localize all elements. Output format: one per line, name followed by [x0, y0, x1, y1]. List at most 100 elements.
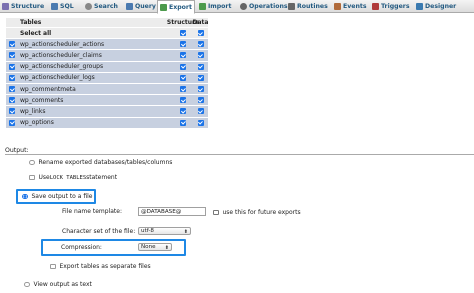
lock-tables-suffix: statement: [86, 174, 118, 181]
table-select-checkbox[interactable]: [9, 63, 15, 70]
table-select-checkbox[interactable]: [9, 52, 15, 59]
tab-operations[interactable]: Operations: [238, 0, 290, 13]
data-checkbox[interactable]: [197, 41, 204, 48]
select-all-label: Select all: [20, 29, 52, 37]
charset-select[interactable]: utf-8 ⬍: [138, 227, 191, 235]
table-name: wp_comments: [20, 96, 64, 104]
structure-header: Structure: [166, 19, 200, 26]
table-name: wp_links: [20, 107, 46, 115]
operations-icon: [240, 3, 247, 10]
save-output-radio[interactable]: [22, 193, 28, 200]
table-select-checkbox[interactable]: [9, 86, 15, 93]
chevron-down-icon: ⬍: [183, 228, 188, 235]
data-checkbox[interactable]: [197, 63, 204, 70]
file-name-input[interactable]: @DATABASE@: [138, 207, 206, 216]
query-icon: [126, 3, 133, 10]
chevron-down-icon: ⬍: [164, 244, 169, 251]
tab-events[interactable]: Events: [332, 0, 369, 13]
lock-tables-prefix: Use: [38, 174, 50, 181]
structure-checkbox[interactable]: [180, 119, 186, 126]
tab-search[interactable]: Search: [83, 0, 120, 13]
table-name: wp_options: [20, 119, 54, 127]
data-checkbox[interactable]: [197, 74, 204, 81]
table-row: wp_commentmeta: [6, 83, 208, 96]
tab-export[interactable]: Export: [157, 0, 195, 14]
table-select-checkbox[interactable]: [9, 97, 15, 104]
compression-select[interactable]: None ⬍: [138, 243, 172, 251]
future-exports-checkbox[interactable]: [213, 209, 219, 216]
structure-checkbox[interactable]: [180, 74, 186, 81]
separate-files-option: Export tables as separate files: [50, 263, 151, 270]
structure-checkbox[interactable]: [180, 41, 186, 48]
events-icon: [334, 3, 341, 10]
structure-checkbox[interactable]: [180, 86, 186, 93]
charset-value: utf-8: [141, 228, 154, 234]
tab-sql[interactable]: SQL: [49, 0, 76, 13]
tab-bar: Structure SQL Search Query Export Import…: [0, 0, 474, 14]
table-row: wp_options: [6, 117, 208, 129]
rename-checkbox[interactable]: [29, 159, 35, 166]
tables-header: Tables: [20, 19, 42, 26]
table-select-checkbox[interactable]: [9, 41, 15, 48]
table-row: wp_actionscheduler_logs: [6, 72, 208, 84]
designer-icon: [416, 3, 423, 10]
table-row: wp_actionscheduler_groups: [6, 61, 208, 73]
lock-tables-option: Use LOCK TABLES statement: [29, 174, 117, 181]
data-checkbox[interactable]: [197, 97, 204, 104]
routines-icon: [288, 3, 295, 10]
compression-value: None: [141, 244, 156, 250]
lock-tables-code: LOCK TABLES: [49, 174, 87, 181]
select-all-row: Select all: [6, 28, 208, 40]
save-output-label: Save output to a file: [31, 193, 93, 200]
table-row: wp_actionscheduler_claims: [6, 50, 208, 62]
triggers-icon: [372, 3, 379, 10]
data-checkbox[interactable]: [197, 108, 204, 115]
future-exports-label: use this for future exports: [222, 209, 301, 216]
import-icon: [199, 3, 206, 10]
table-row: wp_comments: [6, 95, 208, 107]
output-divider: [5, 154, 474, 155]
view-text-option: View output as text: [24, 281, 92, 288]
view-text-label: View output as text: [33, 281, 92, 288]
view-text-radio[interactable]: [24, 281, 30, 288]
lock-tables-checkbox[interactable]: [29, 174, 35, 181]
table-select-checkbox[interactable]: [9, 108, 15, 115]
rename-option: Rename exported databases/tables/columns: [29, 159, 172, 166]
output-legend: Output:: [5, 147, 29, 154]
tab-query[interactable]: Query: [124, 0, 158, 13]
table-select-checkbox[interactable]: [9, 119, 15, 126]
rename-label: Rename exported databases/tables/columns: [38, 159, 173, 166]
data-checkbox[interactable]: [197, 119, 204, 126]
search-icon: [85, 3, 92, 10]
tab-triggers[interactable]: Triggers: [370, 0, 412, 13]
tab-structure[interactable]: Structure: [0, 0, 46, 13]
file-name-label: File name template:: [62, 208, 122, 215]
select-all-data-checkbox[interactable]: [197, 30, 204, 37]
table-name: wp_actionscheduler_groups: [20, 63, 104, 71]
table-list: Tables Structure Data Select all wp_acti…: [6, 18, 208, 129]
tab-import[interactable]: Import: [197, 0, 233, 13]
separate-files-checkbox[interactable]: [50, 263, 56, 270]
table-select-checkbox[interactable]: [9, 74, 15, 81]
separate-files-label: Export tables as separate files: [59, 263, 151, 270]
structure-checkbox[interactable]: [180, 108, 186, 115]
tab-designer[interactable]: Designer: [414, 0, 458, 13]
table-name: wp_commentmeta: [20, 85, 76, 93]
data-checkbox[interactable]: [197, 52, 204, 59]
structure-checkbox[interactable]: [180, 63, 186, 70]
export-icon: [160, 3, 167, 11]
structure-checkbox[interactable]: [180, 52, 186, 59]
table-name: wp_actionscheduler_logs: [20, 74, 95, 82]
table-name: wp_actionscheduler_claims: [20, 51, 102, 59]
data-header: Data: [192, 19, 209, 26]
tab-routines[interactable]: Routines: [286, 0, 330, 13]
data-checkbox[interactable]: [197, 86, 204, 93]
table-list-header: Tables Structure Data: [6, 18, 208, 28]
table-name: wp_actionscheduler_actions: [20, 40, 105, 48]
sql-icon: [51, 3, 58, 10]
select-all-structure-checkbox[interactable]: [180, 30, 186, 37]
table-row: wp_links: [6, 106, 208, 118]
structure-icon: [2, 3, 9, 10]
structure-checkbox[interactable]: [180, 97, 186, 104]
compression-label: Compression:: [61, 244, 102, 251]
